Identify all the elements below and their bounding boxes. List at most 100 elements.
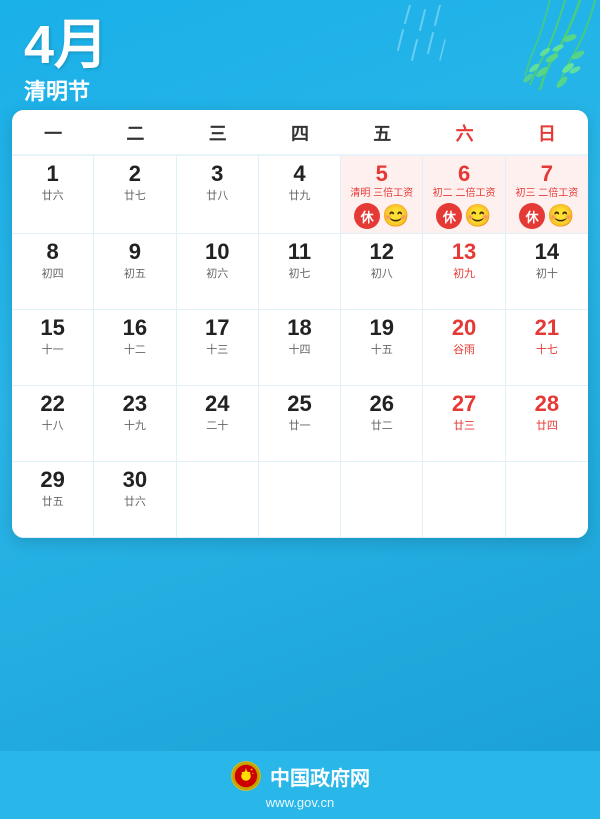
day-number: 28 xyxy=(535,392,559,416)
calendar-cell: 18十四 xyxy=(259,310,341,386)
calendar-cell xyxy=(177,462,259,538)
badge-row: 休😊 xyxy=(354,203,409,229)
day-number: 26 xyxy=(370,392,394,416)
day-number: 6 xyxy=(458,162,470,186)
lunar-text: 十五 xyxy=(371,341,393,357)
calendar-cell: 11初七 xyxy=(259,234,341,310)
lunar-text: 初八 xyxy=(371,265,393,281)
day-number: 21 xyxy=(535,316,559,340)
calendar-cell: 3廿八 xyxy=(177,156,259,234)
calendar-cell: 14初十 xyxy=(506,234,588,310)
calendar-cell: 7初三 二倍工资休😊 xyxy=(506,156,588,234)
calendar-cell: 10初六 xyxy=(177,234,259,310)
day-number: 2 xyxy=(129,162,141,186)
calendar-cell: 15十一 xyxy=(12,310,94,386)
smile-icon: 😊 xyxy=(464,205,491,227)
weekday-sun: 日 xyxy=(506,110,588,154)
day-number: 9 xyxy=(129,240,141,264)
footer-gov-row: 中国政府网 xyxy=(230,760,370,792)
day-number: 27 xyxy=(452,392,476,416)
calendar-cell xyxy=(506,462,588,538)
rest-badge: 休 xyxy=(519,203,545,229)
calendar-cell: 27廿三 xyxy=(423,386,505,462)
day-number: 19 xyxy=(370,316,394,340)
lunar-text: 初七 xyxy=(288,265,310,281)
day-number: 12 xyxy=(370,240,394,264)
day-number: 24 xyxy=(205,392,229,416)
weekday-wed: 三 xyxy=(177,110,259,154)
day-number: 11 xyxy=(288,240,311,264)
calendar-cell xyxy=(341,462,423,538)
day-number: 29 xyxy=(40,468,64,492)
lunar-text: 廿四 xyxy=(536,417,558,433)
calendar-cell: 16十二 xyxy=(94,310,176,386)
calendar-cell: 26廿二 xyxy=(341,386,423,462)
badge-row: 休😊 xyxy=(436,203,491,229)
day-number: 23 xyxy=(123,392,147,416)
day-number: 4 xyxy=(293,162,305,186)
lunar-text: 初六 xyxy=(206,265,228,281)
weekday-tue: 二 xyxy=(94,110,176,154)
calendar-cell: 30廿六 xyxy=(94,462,176,538)
day-number: 5 xyxy=(376,162,388,186)
lunar-text: 廿八 xyxy=(206,187,228,203)
smile-icon: 😊 xyxy=(382,205,409,227)
national-emblem-icon xyxy=(230,760,262,792)
month-title: 4月 xyxy=(24,18,576,72)
lunar-text: 十二 xyxy=(124,341,146,357)
day-number: 7 xyxy=(541,162,553,186)
lunar-text: 廿九 xyxy=(288,187,310,203)
lunar-text: 十七 xyxy=(536,341,558,357)
smile-icon: 😊 xyxy=(547,205,574,227)
calendar-cell: 20谷雨 xyxy=(423,310,505,386)
day-number: 18 xyxy=(287,316,311,340)
lunar-text: 十三 xyxy=(206,341,228,357)
calendar-header: 一 二 三 四 五 六 日 xyxy=(12,110,588,156)
lunar-text: 廿五 xyxy=(42,493,64,509)
lunar-text: 二十 xyxy=(206,417,228,433)
rest-badge: 休 xyxy=(436,203,462,229)
weekday-mon: 一 xyxy=(12,110,94,154)
footer-site-name: 中国政府网 xyxy=(270,762,370,791)
lunar-text: 十一 xyxy=(42,341,64,357)
calendar-cell: 21十七 xyxy=(506,310,588,386)
day-number: 16 xyxy=(123,316,147,340)
lunar-text: 廿七 xyxy=(124,187,146,203)
badge-row: 休😊 xyxy=(519,203,574,229)
calendar-cell: 25廿一 xyxy=(259,386,341,462)
day-number: 15 xyxy=(40,316,64,340)
day-number: 14 xyxy=(535,240,559,264)
calendar-cell: 29廿五 xyxy=(12,462,94,538)
calendar-cell: 19十五 xyxy=(341,310,423,386)
day-number: 1 xyxy=(47,162,59,186)
holiday-label: 清明 三倍工资 xyxy=(350,187,413,200)
holiday-label: 初二 二倍工资 xyxy=(433,187,496,200)
calendar-cell: 4廿九 xyxy=(259,156,341,234)
header: 4月 清明节 xyxy=(0,0,600,110)
day-number: 3 xyxy=(211,162,223,186)
lunar-text: 初四 xyxy=(42,265,64,281)
calendar-cell: 12初八 xyxy=(341,234,423,310)
calendar-cell: 6初二 二倍工资休😊 xyxy=(423,156,505,234)
page-wrapper: 4月 清明节 一 二 三 四 五 六 日 1廿六2廿七3廿八4廿九5清明 三倍工… xyxy=(0,0,600,819)
calendar-cell: 17十三 xyxy=(177,310,259,386)
lunar-text: 廿三 xyxy=(453,417,475,433)
lunar-text: 谷雨 xyxy=(453,341,475,357)
calendar-cell: 1廿六 xyxy=(12,156,94,234)
day-number: 13 xyxy=(452,240,476,264)
weekday-fri: 五 xyxy=(341,110,423,154)
calendar-cell: 22十八 xyxy=(12,386,94,462)
calendar-container: 一 二 三 四 五 六 日 1廿六2廿七3廿八4廿九5清明 三倍工资休😊6初二 … xyxy=(12,110,588,538)
calendar-cell: 9初五 xyxy=(94,234,176,310)
calendar-cell xyxy=(423,462,505,538)
day-number: 8 xyxy=(47,240,59,264)
weekday-sat: 六 xyxy=(423,110,505,154)
calendar-cell: 13初九 xyxy=(423,234,505,310)
lunar-text: 初十 xyxy=(536,265,558,281)
day-number: 25 xyxy=(287,392,311,416)
day-number: 22 xyxy=(40,392,64,416)
festival-title: 清明节 xyxy=(24,74,576,106)
calendar-cell: 23十九 xyxy=(94,386,176,462)
day-number: 17 xyxy=(205,316,229,340)
calendar-cell: 2廿七 xyxy=(94,156,176,234)
